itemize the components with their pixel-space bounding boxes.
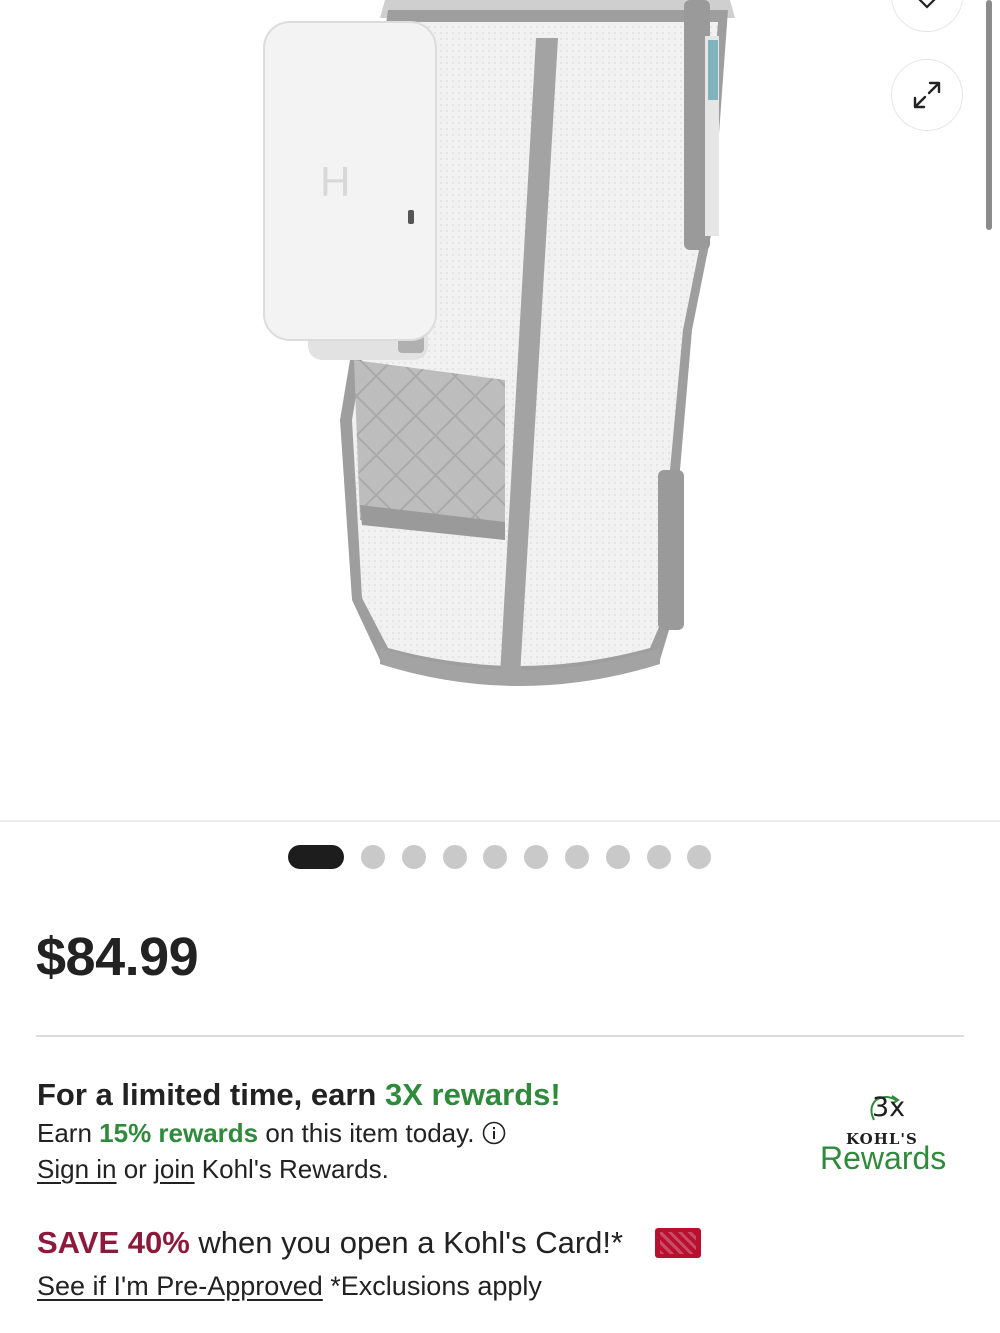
carousel-dot[interactable] — [401, 845, 426, 869]
rewards-headline-prefix: For a limited time, earn — [37, 1077, 385, 1112]
carousel-dot[interactable] — [524, 845, 549, 869]
carousel-dot[interactable] — [605, 845, 630, 869]
expand-icon — [913, 81, 941, 109]
image-divider — [0, 820, 1000, 822]
kohls-card-offer: SAVE 40% when you open a Kohl's Card!* S… — [37, 1222, 967, 1306]
heart-icon — [918, 0, 936, 9]
rewards-logo-program: Rewards — [820, 1140, 947, 1176]
kohls-card-icon — [655, 1228, 702, 1258]
rewards-program-suffix: Kohl's Rewards. — [194, 1154, 389, 1184]
carousel-dot[interactable] — [687, 845, 712, 869]
carousel-dots — [288, 844, 728, 870]
carousel-dot[interactable] — [564, 845, 589, 869]
rewards-headline: For a limited time, earn 3X rewards! — [37, 1075, 797, 1115]
product-image: H — [263, 0, 735, 686]
pre-approved-link[interactable]: See if I'm Pre-Approved — [37, 1271, 323, 1301]
rewards-promo: For a limited time, earn 3X rewards! Ear… — [37, 1075, 797, 1187]
kohls-rewards-logo: 3x KOHL'S Rewards — [818, 1090, 966, 1180]
info-icon[interactable] — [482, 1121, 506, 1145]
carousel-dot[interactable] — [483, 845, 508, 869]
rewards-earn-line: Earn 15% rewards on this item today. — [37, 1115, 797, 1151]
rewards-earn-highlight: 15% rewards — [99, 1118, 259, 1148]
exclusions-text: *Exclusions apply — [322, 1271, 542, 1301]
or-text: or — [116, 1154, 155, 1184]
carousel-dot[interactable] — [646, 845, 671, 869]
rewards-earn-prefix: Earn — [37, 1118, 100, 1148]
expand-image-button[interactable] — [891, 59, 963, 131]
carousel-dot[interactable] — [442, 845, 467, 869]
page-scrollbar[interactable] — [986, 0, 992, 230]
card-offer-line: SAVE 40% when you open a Kohl's Card!* — [37, 1222, 967, 1264]
join-link[interactable]: join — [154, 1151, 194, 1187]
svg-text:H: H — [320, 158, 350, 205]
rewards-headline-highlight: 3X rewards! — [384, 1077, 561, 1112]
carousel-dot-active[interactable] — [288, 845, 344, 869]
rewards-earn-suffix: on this item today. — [258, 1118, 475, 1148]
sign-in-link[interactable]: Sign in — [37, 1151, 117, 1187]
section-divider — [36, 1035, 964, 1037]
card-offer-subline: See if I'm Pre-Approved *Exclusions appl… — [37, 1266, 967, 1306]
product-image-carousel[interactable]: H — [0, 0, 1000, 820]
save-percent: SAVE 40% — [37, 1225, 190, 1260]
rewards-logo-multiplier: 3x — [872, 1092, 906, 1123]
rewards-signin-line: Sign in or join Kohl's Rewards. — [37, 1151, 797, 1187]
carousel-dot[interactable] — [361, 845, 385, 869]
product-price: $84.99 — [36, 927, 199, 987]
card-offer-message: when you open a Kohl's Card!* — [189, 1225, 624, 1260]
